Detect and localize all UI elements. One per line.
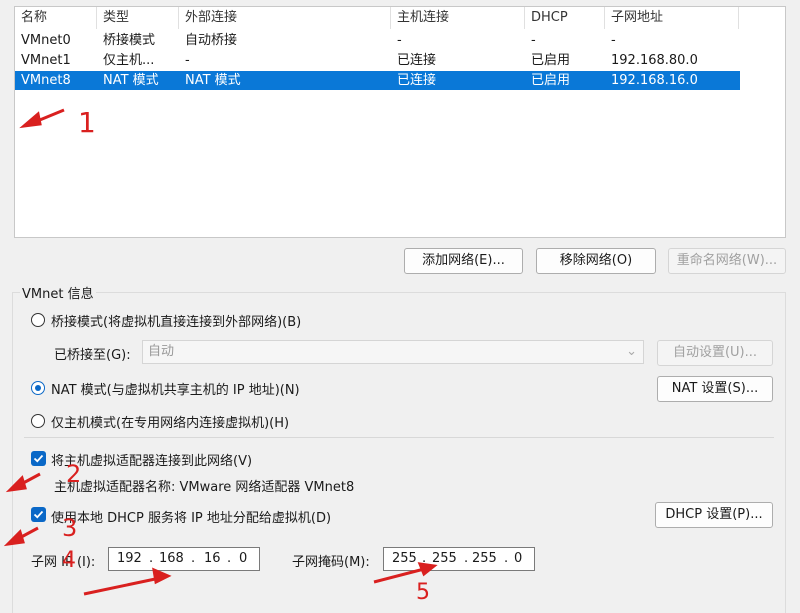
annotation-arrows	[3, 108, 438, 596]
annotation-2: 2	[66, 460, 82, 488]
arrow-head	[417, 562, 438, 577]
annotation-1: 1	[78, 106, 96, 139]
arrow-head	[5, 475, 27, 493]
arrow-head	[19, 111, 42, 129]
arrow-head	[152, 567, 172, 585]
annotation-4: 4	[62, 548, 76, 573]
annotation-5: 5	[416, 580, 430, 605]
arrow-4-icon	[83, 576, 161, 596]
arrow-head	[3, 529, 25, 547]
annotation-3: 3	[62, 514, 78, 542]
